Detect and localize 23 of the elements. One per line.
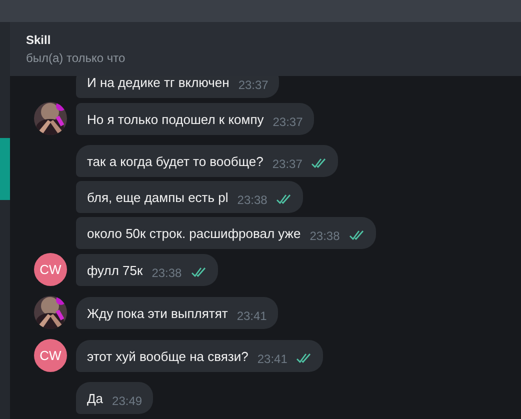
message-text: этот хуй вообще на связи?: [87, 348, 248, 364]
message-text: Но я только подошел к компу: [87, 112, 264, 126]
message-time: 23:38: [310, 229, 340, 243]
avatar[interactable]: CW: [34, 339, 67, 372]
message-text: так а когда будет то вообще?: [87, 154, 264, 168]
message-text: И на дедике тг включен: [87, 74, 230, 90]
avatar[interactable]: CW: [34, 253, 67, 286]
message-time: 23:37: [272, 157, 302, 171]
message-time: 23:37: [272, 115, 303, 129]
chat-status: был(а) только что: [26, 51, 126, 65]
message-text: Да: [87, 390, 104, 406]
message-time: 23:38: [237, 193, 268, 207]
message-text: Жду пока эти выплятят: [87, 306, 228, 320]
message-text: бля, еще дампы есть pl: [87, 190, 228, 204]
message-time: 23:41: [236, 309, 267, 323]
message-text: около 50к строк. расшифровал уже: [87, 226, 301, 240]
active-indicator: [0, 138, 10, 200]
message-time: 23:41: [257, 352, 288, 366]
message-time: 23:49: [112, 394, 142, 408]
message-time: 23:38: [152, 266, 182, 280]
message-text: фулл 75к: [87, 262, 143, 278]
chat-title: Skill: [26, 33, 52, 47]
message-time: 23:37: [238, 78, 268, 92]
